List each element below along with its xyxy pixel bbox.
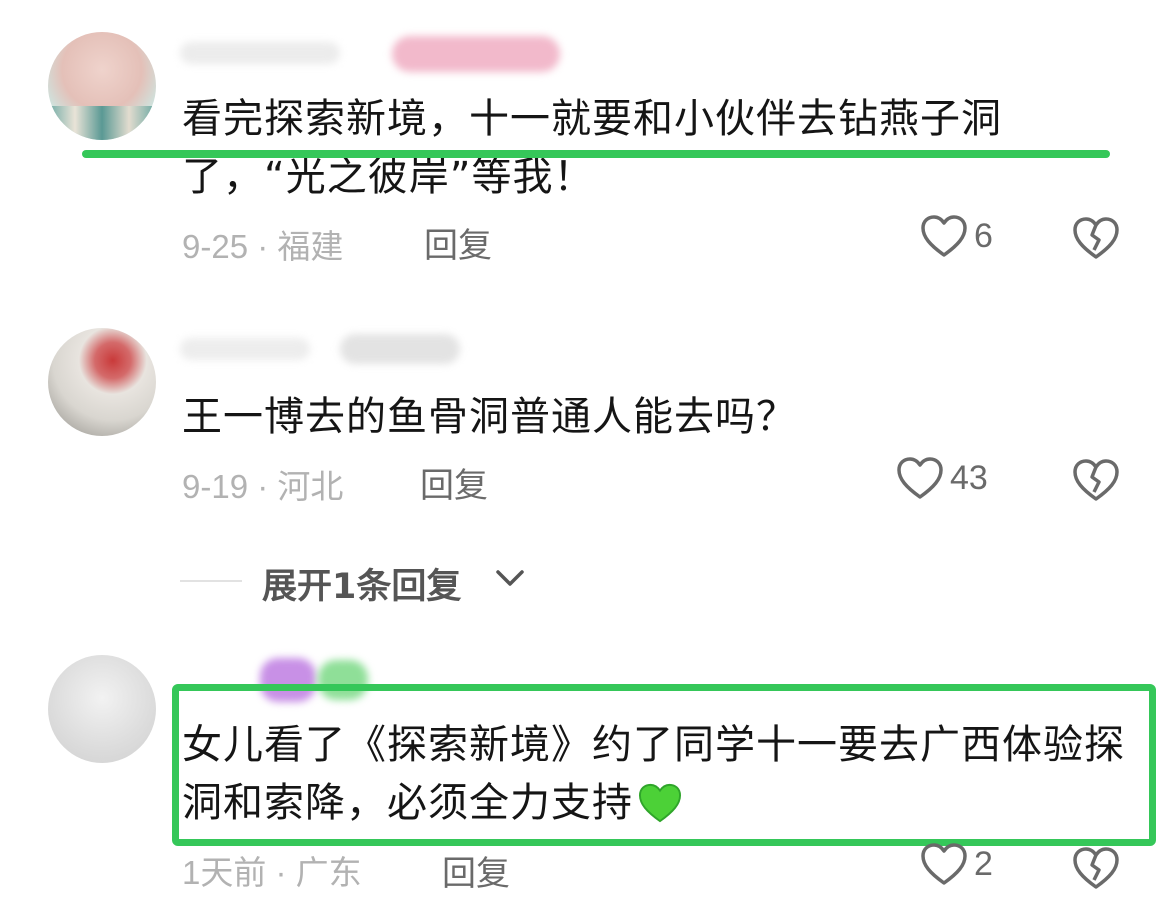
reply-button[interactable]: 回复: [424, 218, 492, 267]
comment-meta: 9-19 · 河北: [182, 468, 344, 505]
avatar[interactable]: [48, 32, 156, 140]
highlight-underline: [82, 150, 1110, 158]
username-blurred[interactable]: [180, 338, 310, 360]
username-blurred[interactable]: [180, 42, 340, 64]
like-count: 2: [974, 844, 993, 883]
like-button[interactable]: 2: [920, 842, 993, 886]
like-count: 43: [950, 458, 988, 497]
comment-text: 女儿看了《探索新境》约了同学十一要去广西体验探洞和索降，必须全力支持: [182, 716, 1132, 840]
avatar[interactable]: [48, 328, 156, 436]
comment-text: 王一博去的鱼骨洞普通人能去吗？: [182, 394, 797, 440]
reply-button[interactable]: 回复: [420, 458, 488, 507]
broken-heart-icon[interactable]: [1072, 458, 1120, 506]
heart-outline-icon: [920, 214, 968, 258]
username-blurred: [340, 334, 460, 364]
avatar[interactable]: [48, 655, 156, 763]
chevron-down-icon[interactable]: [494, 566, 526, 594]
comment-text: 看完探索新境，十一就要和小伙伴去钻燕子洞了，“光之彼岸”等我！: [182, 96, 1002, 200]
broken-heart-icon[interactable]: [1072, 846, 1120, 894]
heart-outline-icon: [920, 842, 968, 886]
like-count: 6: [974, 216, 993, 255]
green-heart-emoji: [637, 782, 683, 840]
user-badge-blurred: [392, 36, 560, 72]
expand-replies-button[interactable]: 展开1条回复: [262, 558, 461, 609]
broken-heart-icon[interactable]: [1072, 216, 1120, 264]
comment-meta: 1天前 · 广东: [182, 854, 362, 891]
like-button[interactable]: 6: [920, 214, 993, 258]
expand-divider: [180, 580, 242, 582]
comment-meta: 9-25 · 福建: [182, 228, 344, 265]
reply-button[interactable]: 回复: [442, 846, 510, 895]
heart-outline-icon: [896, 456, 944, 500]
like-button[interactable]: 43: [896, 456, 988, 500]
comment-list: 看完探索新境，十一就要和小伙伴去钻燕子洞了，“光之彼岸”等我！ 9-25 · 福…: [0, 0, 1170, 905]
